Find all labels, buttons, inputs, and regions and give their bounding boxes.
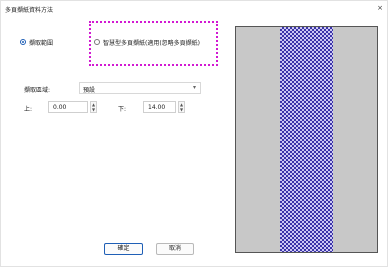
bottom-label: 下: [118, 106, 127, 113]
preview-pane [235, 26, 378, 253]
top-value-field[interactable]: 0.00 [48, 101, 88, 113]
smart-radio-label[interactable]: 智慧型多頁擷紙(適用(忽略多頁擷紙) [103, 38, 200, 47]
top-spinner[interactable]: ▲ ▼ [90, 101, 97, 113]
cancel-button[interactable]: 取消 [156, 243, 194, 255]
close-icon[interactable]: × [377, 4, 383, 12]
top-value: 0.00 [53, 104, 67, 111]
title-bar: 多頁擷紙資料方法 × [1, 1, 387, 15]
range-radio-label[interactable]: 擷取範圍 [29, 38, 53, 47]
bottom-value-field[interactable]: 14.00 [143, 101, 176, 113]
bottom-spinner[interactable]: ▲ ▼ [178, 101, 185, 113]
chevron-down-icon: ▾ [192, 84, 196, 91]
spin-down-icon[interactable]: ▼ [179, 107, 184, 112]
smart-radio[interactable] [94, 39, 100, 45]
dialog-window: 多頁擷紙資料方法 × 擷取範圍 智慧型多頁擷紙(適用(忽略多頁擷紙) 擷取區域:… [0, 0, 388, 267]
area-label: 擷取區域: [24, 87, 51, 94]
window-title: 多頁擷紙資料方法 [5, 7, 54, 14]
bottom-value: 14.00 [148, 104, 166, 111]
spin-down-icon[interactable]: ▼ [91, 107, 96, 112]
range-radio[interactable] [20, 39, 26, 45]
area-select[interactable]: 預設 ▾ [79, 82, 201, 94]
ok-button[interactable]: 確定 [104, 243, 143, 255]
capture-band [280, 27, 333, 252]
top-label: 上: [24, 106, 33, 113]
area-select-value: 預設 [83, 87, 96, 94]
